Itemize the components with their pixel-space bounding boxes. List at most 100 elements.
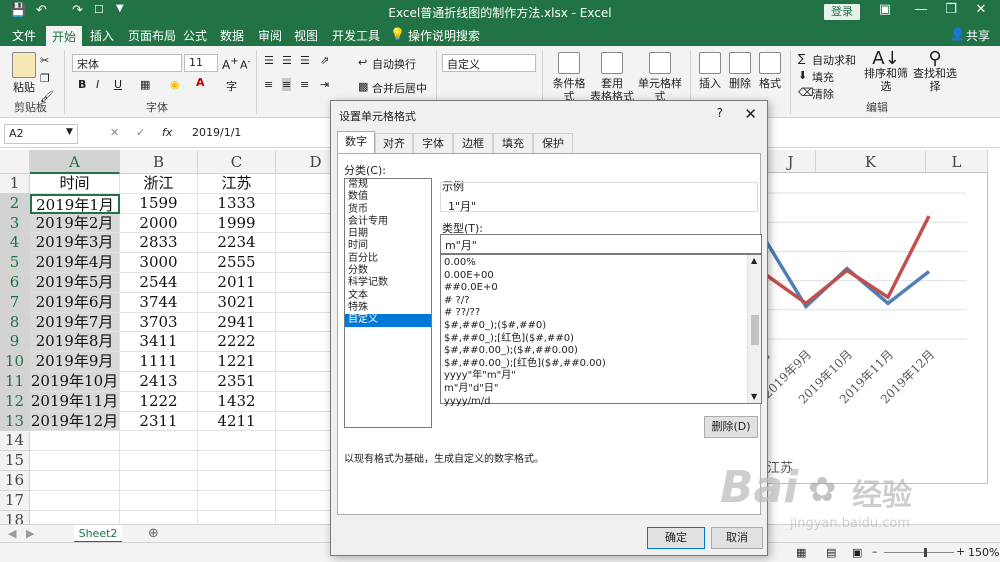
- shrink-font-icon[interactable]: A-: [240, 56, 251, 72]
- tab-border[interactable]: 边框: [453, 133, 493, 153]
- format-item[interactable]: yyyy"年"m"月": [441, 370, 747, 383]
- cell[interactable]: 3744: [120, 292, 198, 313]
- scroll-right-icon[interactable]: ▶: [26, 527, 34, 540]
- cell[interactable]: 2019年12月: [30, 411, 120, 432]
- cancel-entry-icon[interactable]: ✕: [110, 126, 119, 139]
- sheet-tab-sheet2[interactable]: Sheet2: [74, 525, 122, 543]
- zoom-out-icon[interactable]: –: [872, 545, 878, 558]
- cell[interactable]: 2019年2月: [30, 213, 120, 234]
- line-chart[interactable]: 2019年8月 2019年9月 2019年10月 2019年11月 2019年12月 江…: [719, 172, 988, 484]
- delete-format-button[interactable]: 删除(D): [704, 416, 758, 438]
- format-cells-button[interactable]: 格式: [756, 52, 784, 90]
- cell[interactable]: 1999: [198, 213, 276, 234]
- cell[interactable]: [120, 490, 198, 511]
- cell[interactable]: 2941: [198, 312, 276, 333]
- row-header[interactable]: 11: [0, 372, 30, 392]
- format-list-scrollbar[interactable]: ▲ ▼: [747, 255, 761, 403]
- cell[interactable]: 1222: [120, 391, 198, 412]
- cell[interactable]: 2351: [198, 372, 276, 392]
- cut-icon[interactable]: ✂: [40, 54, 49, 67]
- tab-fill[interactable]: 填充: [493, 133, 533, 153]
- format-list[interactable]: 0.00% 0.00E+00 ##0.0E+0 # ?/? # ??/?? $#,##0_…: [440, 254, 762, 407]
- format-item[interactable]: $#,##0_);($#,##0): [441, 320, 747, 333]
- tab-formulas[interactable]: 公式: [183, 27, 207, 44]
- cell[interactable]: 时间: [30, 174, 120, 194]
- column-header-c[interactable]: C: [198, 150, 276, 174]
- cell[interactable]: [30, 471, 120, 491]
- bold-icon[interactable]: B: [78, 78, 86, 91]
- cell[interactable]: 2019年6月: [30, 292, 120, 313]
- row-header[interactable]: 1: [0, 174, 30, 194]
- cell[interactable]: 2234: [198, 233, 276, 254]
- row-header[interactable]: 9: [0, 332, 30, 353]
- conditional-format-button[interactable]: 条件格式: [548, 52, 590, 103]
- login-button[interactable]: 登录: [824, 4, 860, 20]
- cell[interactable]: 2019年8月: [30, 332, 120, 353]
- format-item[interactable]: $#,##0.00_);[红色]($#,##0.00): [441, 358, 747, 371]
- font-name-combo[interactable]: 宋体: [72, 54, 182, 72]
- cell[interactable]: 2555: [198, 253, 276, 273]
- cell[interactable]: 3021: [198, 292, 276, 313]
- cell[interactable]: 2413: [120, 372, 198, 392]
- row-header[interactable]: 8: [0, 312, 30, 333]
- cell[interactable]: 2019年7月: [30, 312, 120, 333]
- copy-icon[interactable]: ❐: [40, 72, 50, 85]
- close-icon[interactable]: ✕: [744, 105, 757, 123]
- cell[interactable]: [120, 471, 198, 491]
- column-header-a[interactable]: A: [30, 150, 120, 174]
- grow-font-icon[interactable]: A+: [222, 56, 239, 72]
- font-color-icon[interactable]: A: [196, 76, 205, 89]
- cell[interactable]: 2011: [198, 273, 276, 293]
- select-all-corner[interactable]: [0, 150, 30, 174]
- cell[interactable]: [30, 451, 120, 471]
- zoom-slider-thumb[interactable]: [924, 548, 927, 557]
- column-header-l[interactable]: L: [926, 150, 988, 174]
- insert-cells-button[interactable]: 插入: [696, 52, 724, 90]
- category-item[interactable]: 特殊: [345, 302, 431, 314]
- tell-me-search[interactable]: 操作说明搜索: [408, 27, 480, 44]
- tab-protection[interactable]: 保护: [533, 133, 573, 153]
- indent-icon[interactable]: ⇥: [320, 78, 329, 91]
- category-item[interactable]: 数值: [345, 191, 431, 203]
- cell[interactable]: [198, 431, 276, 452]
- cell[interactable]: [30, 431, 120, 452]
- row-header[interactable]: 16: [0, 471, 30, 491]
- cell[interactable]: 1599: [120, 193, 198, 214]
- category-item[interactable]: 自定义: [345, 314, 431, 327]
- normal-view-icon[interactable]: ▦: [796, 546, 806, 559]
- format-item[interactable]: $#,##0.00_);($#,##0.00): [441, 345, 747, 358]
- format-item[interactable]: # ??/??: [441, 307, 747, 320]
- row-header[interactable]: 10: [0, 352, 30, 372]
- category-item[interactable]: 文本: [345, 290, 431, 302]
- cell[interactable]: [120, 431, 198, 452]
- row-header[interactable]: 7: [0, 292, 30, 313]
- border-icon[interactable]: ▦: [140, 78, 150, 91]
- merge-center-button[interactable]: 合并后居中: [372, 80, 427, 96]
- cell[interactable]: 3411: [120, 332, 198, 353]
- category-list[interactable]: 常规 数值 货币 会计专用 日期 时间 百分比 分数 科学记数 文本 特殊 自定义: [344, 178, 432, 428]
- cell[interactable]: [30, 490, 120, 511]
- tab-home[interactable]: 开始: [46, 26, 83, 46]
- row-header[interactable]: 14: [0, 431, 30, 452]
- zoom-level[interactable]: 150%: [968, 546, 999, 559]
- category-item[interactable]: 常规: [345, 179, 431, 191]
- sort-filter-button[interactable]: A↓ 排序和筛选: [862, 50, 910, 94]
- align-top-icon[interactable]: ☰: [264, 54, 274, 67]
- tab-view[interactable]: 视图: [294, 27, 318, 44]
- confirm-entry-icon[interactable]: ✓: [136, 126, 145, 139]
- cell[interactable]: [198, 451, 276, 471]
- help-icon[interactable]: ?: [717, 106, 723, 120]
- tab-page-layout[interactable]: 页面布局: [128, 27, 176, 44]
- cell[interactable]: 2019年1月: [30, 193, 120, 214]
- page-break-view-icon[interactable]: ▣: [852, 546, 862, 559]
- scroll-down-icon[interactable]: ▼: [751, 392, 757, 401]
- scroll-left-icon[interactable]: ◀: [8, 527, 16, 540]
- category-item[interactable]: 科学记数: [345, 277, 431, 289]
- cell[interactable]: 2019年9月: [30, 352, 120, 372]
- restore-icon[interactable]: ❐: [936, 2, 966, 17]
- cell[interactable]: 2311: [120, 411, 198, 432]
- format-item[interactable]: $#,##0_);[红色]($#,##0): [441, 333, 747, 346]
- format-item[interactable]: ##0.0E+0: [441, 282, 747, 295]
- cell[interactable]: 1111: [120, 352, 198, 372]
- cell[interactable]: [198, 471, 276, 491]
